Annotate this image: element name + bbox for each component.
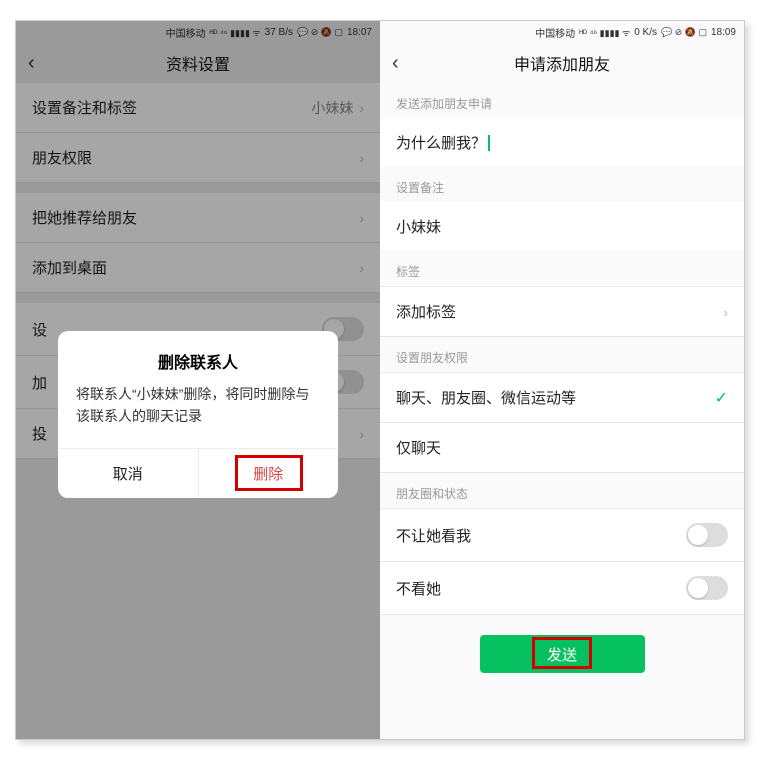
nav-bar: ‹ 申请添加朋友 [380,43,744,83]
row-tag[interactable]: 添加标签 › [380,286,744,337]
remark-input[interactable]: 小妹妹 [380,202,744,251]
toggle[interactable] [686,576,728,600]
status-icons-2: 💬 ⊘ 🔕 ▢ [661,27,707,38]
carrier-text: 中国移动 [535,25,575,40]
row-label: 不看她 [396,578,441,599]
net-speed: 0 K/s [634,27,657,38]
apply-input[interactable]: 为什么删我？ [380,118,744,167]
section-label-apply: 发送添加朋友申请 [380,83,744,118]
clock: 18:09 [711,27,736,38]
send-wrap: 发送 [380,615,744,683]
tag-value: 添加标签 [396,301,456,322]
status-bar: 中国移动 ᴴᴰ ⁴⁶ ▮▮▮▮ ᯤ 0 K/s 💬 ⊘ 🔕 ▢ 18:09 [380,21,744,43]
left-phone: 中国移动 ᴴᴰ ⁴⁶ ▮▮▮▮ ᯤ 37 B/s 💬 ⊘ 🔕 ▢ 18:07 ‹… [16,21,380,739]
chevron-right-icon: › [723,304,728,320]
delete-button-label: 删除 [253,466,283,483]
perm-option-label: 仅聊天 [396,437,441,458]
row-perm-full[interactable]: 聊天、朋友圈、微信运动等 ✓ [380,372,744,423]
status-icons: ᴴᴰ ⁴⁶ ▮▮▮▮ ᯤ [579,26,630,39]
row-label: 不让她看我 [396,525,471,546]
perm-option-label: 聊天、朋友圈、微信运动等 [396,387,576,408]
modal-message: 将联系人“小妹妹”删除，将同时删除与该联系人的聊天记录 [58,383,338,448]
modal-buttons: 取消 删除 [58,448,338,498]
toggle[interactable] [686,523,728,547]
remark-value: 小妹妹 [396,216,441,237]
text-cursor [488,135,490,151]
back-icon[interactable]: ‹ [392,53,399,73]
apply-input-value: 为什么删我？ [396,132,486,153]
cancel-button[interactable]: 取消 [58,449,199,498]
delete-button[interactable]: 删除 [199,449,339,498]
section-label-tag: 标签 [380,251,744,286]
send-button[interactable]: 发送 [480,635,645,673]
section-label-moments: 朋友圈和状态 [380,473,744,508]
row-perm-chat[interactable]: 仅聊天 [380,423,744,473]
section-label-remark: 设置备注 [380,167,744,202]
screenshots-container: 中国移动 ᴴᴰ ⁴⁶ ▮▮▮▮ ᯤ 37 B/s 💬 ⊘ 🔕 ▢ 18:07 ‹… [15,20,745,740]
modal-title: 删除联系人 [58,331,338,383]
row-hide-her[interactable]: 不看她 [380,562,744,615]
right-phone: 中国移动 ᴴᴰ ⁴⁶ ▮▮▮▮ ᯤ 0 K/s 💬 ⊘ 🔕 ▢ 18:09 ‹ … [380,21,744,739]
row-hide-me[interactable]: 不让她看我 [380,508,744,562]
page-title: 申请添加朋友 [514,51,610,75]
send-button-label: 发送 [547,644,577,665]
delete-modal: 删除联系人 将联系人“小妹妹”删除，将同时删除与该联系人的聊天记录 取消 删除 [58,331,338,498]
section-label-perm: 设置朋友权限 [380,337,744,372]
check-icon: ✓ [715,388,728,408]
